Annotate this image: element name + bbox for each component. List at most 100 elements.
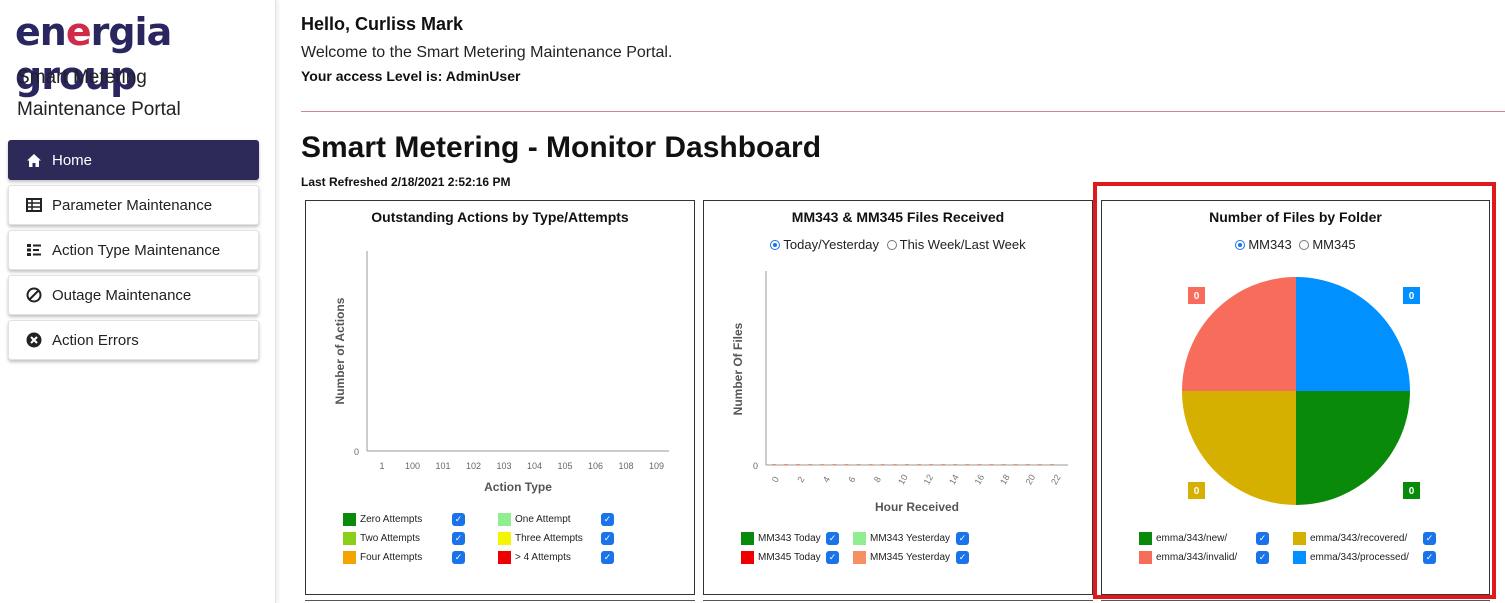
legend-swatch	[343, 532, 356, 545]
checkbox-icon[interactable]: ✓	[1256, 551, 1269, 564]
x-tick-label: 8	[872, 475, 883, 484]
sidebar: energia group Smart Metering Maintenance…	[0, 0, 276, 603]
x-tick-label: 109	[649, 461, 664, 471]
x-tick-label: 105	[557, 461, 572, 471]
legend-item-mm343-yesterday: MM343 Yesterday ✓	[853, 532, 969, 545]
files-by-folder-panel: Number of Files by Folder MM343 MM345 00…	[1101, 200, 1490, 595]
outstanding-actions-chart: 0 Number of Actions Action Type 1 100 101 1…	[333, 251, 669, 494]
sidebar-item-action-type-maintenance[interactable]: Action Type Maintenance	[8, 230, 259, 270]
x-tick-label: 16	[973, 473, 987, 487]
pie-value-label: 0	[1409, 486, 1415, 497]
checkbox-icon[interactable]: ✓	[1423, 532, 1436, 545]
bar	[784, 464, 789, 465]
legend-label: emma/343/recovered/	[1310, 533, 1408, 544]
bar	[977, 464, 982, 465]
sidebar-item-home[interactable]: Home	[8, 140, 259, 180]
y-tick-label: 0	[354, 447, 359, 457]
bar	[941, 464, 946, 465]
legend-item-processed: emma/343/processed/ ✓	[1293, 551, 1436, 564]
legend-swatch	[853, 551, 866, 564]
legend-item-mm345-today: MM345 Today ✓	[741, 551, 853, 564]
checkbox-icon[interactable]: ✓	[826, 551, 839, 564]
x-axis-title: Hour Received	[875, 500, 959, 514]
y-tick-label: 0	[753, 461, 758, 471]
period-radio-group: Today/Yesterday This Week/Last Week	[704, 237, 1092, 252]
x-tick-label: 106	[588, 461, 603, 471]
legend-item-two-attempts: Two Attempts ✓	[343, 532, 498, 545]
sidebar-item-label: Home	[52, 151, 93, 169]
panel-title: MM343 & MM345 Files Received	[791, 209, 1005, 225]
legend-label: emma/343/processed/	[1310, 552, 1409, 563]
x-tick-label: 1	[379, 461, 384, 471]
checkbox-icon[interactable]: ✓	[452, 551, 465, 564]
files-received-legend: MM343 Today ✓ MM343 Yesterday ✓ MM345 Toda…	[741, 529, 1061, 567]
legend-item-more-than-4-attempts: > 4 Attempts ✓	[498, 551, 614, 564]
legend-label: Two Attempts	[360, 533, 421, 544]
legend-label: Zero Attempts	[360, 514, 423, 525]
legend-row: emma/343/new/ ✓ emma/343/recovered/ ✓	[1139, 529, 1469, 548]
checkbox-icon[interactable]: ✓	[452, 532, 465, 545]
bar	[1013, 464, 1018, 465]
radio-this-week-last-week[interactable]	[886, 240, 897, 250]
checkbox-icon[interactable]: ✓	[601, 532, 614, 545]
bar	[953, 464, 958, 465]
sidebar-item-label: Action Errors	[52, 331, 139, 349]
panel-title: Number of Files by Folder	[1209, 209, 1382, 225]
legend-swatch	[498, 513, 511, 526]
checkbox-icon[interactable]: ✓	[826, 532, 839, 545]
legend-swatch	[853, 532, 866, 545]
radio-mm343[interactable]	[1235, 240, 1246, 250]
sidebar-item-parameter-maintenance[interactable]: Parameter Maintenance	[8, 185, 259, 225]
legend-item-mm345-yesterday: MM345 Yesterday ✓	[853, 551, 969, 564]
ban-icon	[25, 286, 43, 304]
legend-label: One Attempt	[515, 514, 571, 525]
bar	[917, 464, 921, 465]
pie-value-label: 0	[1194, 486, 1200, 497]
portal-title-line1: Smart Metering	[17, 67, 147, 88]
checkbox-icon[interactable]: ✓	[1423, 551, 1436, 564]
x-tick-label: 10	[896, 473, 910, 487]
legend-item-mm343-today: MM343 Today ✓	[741, 532, 853, 545]
checkbox-icon[interactable]: ✓	[601, 513, 614, 526]
legend-label: MM345 Today	[758, 552, 821, 563]
sidebar-item-label: Parameter Maintenance	[52, 196, 213, 214]
page-title: Smart Metering - Monitor Dashboard	[301, 131, 822, 164]
bar	[1001, 464, 1006, 465]
error-circle-icon	[25, 331, 43, 349]
bar	[856, 464, 861, 465]
legend-swatch	[343, 513, 356, 526]
x-tick-label: 103	[496, 461, 511, 471]
radio-today-yesterday[interactable]	[770, 240, 781, 250]
legend-label: Three Attempts	[515, 533, 583, 544]
y-axis-title: Number of Actions	[333, 297, 347, 404]
sidebar-item-outage-maintenance[interactable]: Outage Maintenance	[8, 275, 259, 315]
bar	[844, 464, 849, 465]
bar	[965, 464, 970, 465]
radio-label: MM345	[1312, 237, 1356, 252]
legend-swatch	[1139, 551, 1152, 564]
legend-swatch	[498, 532, 511, 545]
radio-label: This Week/Last Week	[899, 237, 1026, 252]
legend-item-three-attempts: Three Attempts ✓	[498, 532, 614, 545]
bar	[820, 464, 825, 465]
legend-item-recovered: emma/343/recovered/ ✓	[1293, 532, 1436, 545]
bar	[772, 464, 776, 465]
legend-swatch	[1293, 532, 1306, 545]
x-tick-label: 20	[1024, 473, 1038, 487]
bar	[880, 464, 885, 465]
checkbox-icon[interactable]: ✓	[1256, 532, 1269, 545]
checkbox-icon[interactable]: ✓	[956, 551, 969, 564]
legend-label: Four Attempts	[360, 552, 423, 563]
checkbox-icon[interactable]: ✓	[452, 513, 465, 526]
x-tick-label: 6	[846, 475, 857, 484]
legend-label: emma/343/invalid/	[1156, 552, 1238, 563]
pie-slice	[1296, 277, 1410, 391]
outstanding-legend: Zero Attempts ✓ One Attempt ✓ Two Attempts…	[343, 510, 663, 567]
checkbox-icon[interactable]: ✓	[601, 551, 614, 564]
radio-mm345[interactable]	[1299, 240, 1310, 250]
sidebar-item-action-errors[interactable]: Action Errors	[8, 320, 259, 360]
list-icon	[25, 241, 43, 259]
legend-swatch	[741, 532, 754, 545]
checkbox-icon[interactable]: ✓	[956, 532, 969, 545]
y-axis-title: Number Of Files	[731, 322, 745, 415]
